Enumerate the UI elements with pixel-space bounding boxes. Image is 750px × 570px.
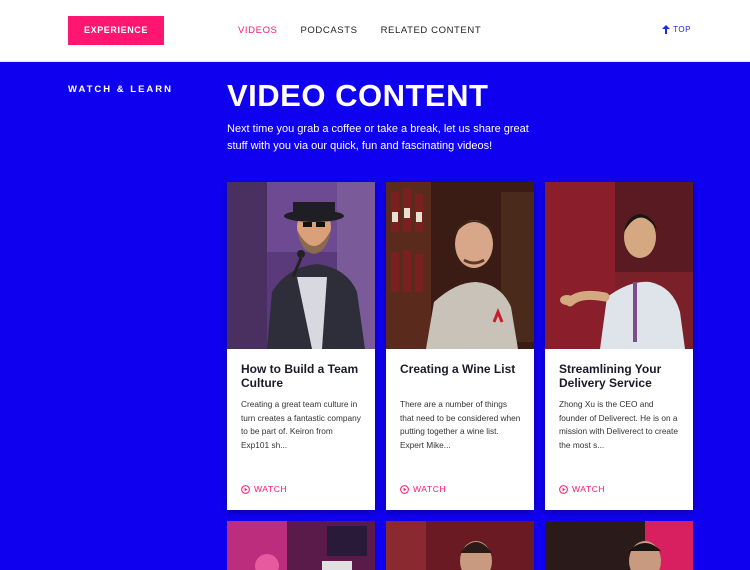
watch-label: WATCH [572,484,606,494]
video-card[interactable]: Creating a Wine List There are a number … [386,182,534,510]
card-excerpt: Zhong Xu is the CEO and founder of Deliv… [559,399,678,450]
card-title[interactable]: Streamlining Your Delivery Service [559,362,681,390]
site-header: EXPERIENCE VIDEOS PODCASTS RELATED CONTE… [0,0,750,62]
play-circle-icon [400,484,409,494]
card-title[interactable]: Creating a Wine List [400,362,522,376]
nav-podcasts[interactable]: PODCASTS [301,25,358,36]
back-to-top-link[interactable]: TOP [662,25,691,34]
video-card[interactable]: Streamlining Your Delivery Service Zhong… [545,182,693,510]
card-title[interactable]: How to Build a Team Culture [241,362,363,390]
video-thumbnail[interactable] [545,182,693,349]
video-thumbnail[interactable] [545,521,693,570]
card-excerpt: There are a number of things that need t… [400,399,521,450]
video-card-partial[interactable] [227,521,375,570]
watch-button[interactable]: WATCH [400,484,446,494]
video-card[interactable]: How to Build a Team Culture Creating a g… [227,182,375,510]
video-card-partial[interactable] [545,521,693,570]
video-thumbnail[interactable] [386,182,534,349]
video-thumbnail[interactable] [227,182,375,349]
arrow-up-icon [662,25,671,34]
card-excerpt: Creating a great team culture in turn cr… [241,399,361,450]
video-thumbnail[interactable] [386,521,534,570]
nav-videos[interactable]: VIDEOS [238,25,278,36]
experience-button[interactable]: EXPERIENCE [68,16,164,45]
watch-button[interactable]: WATCH [241,484,287,494]
play-circle-icon [559,484,568,494]
watch-button[interactable]: WATCH [559,484,605,494]
watch-label: WATCH [413,484,447,494]
video-card-partial[interactable] [386,521,534,570]
page-title: VIDEO CONTENT [227,78,489,113]
video-thumbnail[interactable] [227,521,375,570]
play-circle-icon [241,484,250,494]
section-side-label: WATCH & LEARN [68,84,173,95]
top-label: TOP [673,25,691,34]
watch-label: WATCH [254,484,288,494]
main-nav: VIDEOS PODCASTS RELATED CONTENT [238,25,481,36]
nav-related-content[interactable]: RELATED CONTENT [381,25,482,36]
intro-text: Next time you grab a coffee or take a br… [227,123,529,152]
